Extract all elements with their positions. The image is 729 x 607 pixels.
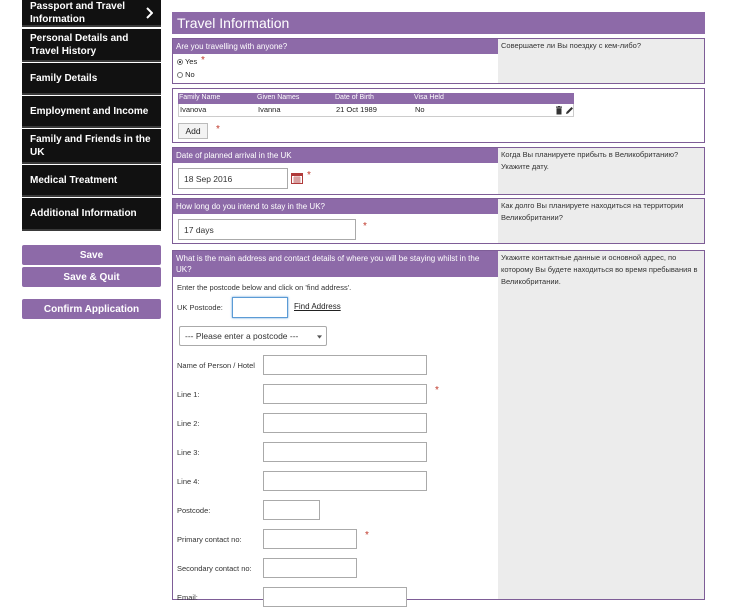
line3-label: Line 3: xyxy=(177,448,200,457)
stay-help: Как долго Вы планируете находиться на те… xyxy=(498,199,704,243)
arrival-section: Date of planned arrival in the UK 18 Sep… xyxy=(172,147,705,195)
primary-contact-label: Primary contact no: xyxy=(177,535,242,544)
line2-label: Line 2: xyxy=(177,419,200,428)
line3-input[interactable] xyxy=(263,442,427,462)
name-input[interactable] xyxy=(263,355,427,375)
table-cell: 21 Oct 1989 xyxy=(336,105,377,114)
calendar-icon[interactable] xyxy=(291,173,303,184)
address-section: What is the main address and contact det… xyxy=(172,250,705,607)
companions-question: Are you travelling with anyone? xyxy=(173,39,498,54)
radio-selected-icon xyxy=(177,59,183,66)
caret-down-icon xyxy=(317,335,322,339)
sidebar-item-label: Additional Information xyxy=(30,208,137,219)
arrival-date-input[interactable]: 18 Sep 2016 xyxy=(178,168,288,189)
sidebar-item-medical[interactable]: Medical Treatment xyxy=(22,165,161,197)
line2-input[interactable] xyxy=(263,413,427,433)
stay-section: How long do you intend to stay in the UK… xyxy=(172,198,705,244)
table-cell: No xyxy=(415,105,425,114)
radio-no[interactable]: No xyxy=(177,70,195,79)
sidebar-item-family-details[interactable]: Family Details xyxy=(22,63,161,95)
line4-label: Line 4: xyxy=(177,477,200,486)
stay-duration-input[interactable]: 17 days xyxy=(178,219,356,240)
uk-postcode-label: UK Postcode: xyxy=(177,303,223,312)
pencil-icon[interactable] xyxy=(565,106,574,115)
companions-section: Are you travelling with anyone? Yes * No… xyxy=(172,38,705,84)
line1-label: Line 1: xyxy=(177,390,200,399)
postcode-address-select[interactable]: --- Please enter a postcode --- xyxy=(179,326,327,346)
required-marker: * xyxy=(307,170,311,181)
select-value: --- Please enter a postcode --- xyxy=(185,331,299,341)
people-table-section: Family Name Given Names Date of Birth Vi… xyxy=(172,88,705,143)
radio-no-label: No xyxy=(185,70,195,79)
table-row: Ivanova Ivanna 21 Oct 1989 No xyxy=(178,104,574,117)
address-help: Укажите контактные данные и основной адр… xyxy=(498,251,704,599)
add-person-button[interactable]: Add xyxy=(178,123,208,139)
required-marker: * xyxy=(363,221,367,232)
sidebar-item-additional[interactable]: Additional Information xyxy=(22,198,161,231)
required-marker: * xyxy=(365,530,369,541)
address-instruction: Enter the postcode below and click on 'f… xyxy=(177,283,352,292)
address-question: What is the main address and contact det… xyxy=(173,251,498,277)
confirm-application-button[interactable]: Confirm Application xyxy=(22,299,161,319)
page-title: Travel Information xyxy=(172,12,705,34)
line4-input[interactable] xyxy=(263,471,427,491)
sidebar-item-label: Personal Details and Travel History xyxy=(30,32,129,57)
table-cell: Ivanova xyxy=(180,105,207,114)
column-header: Given Names xyxy=(257,94,300,101)
uk-postcode-input[interactable] xyxy=(232,297,288,318)
email-input[interactable] xyxy=(263,587,407,607)
radio-unselected-icon xyxy=(177,72,183,79)
sidebar-item-label: Family and Friends in the UK xyxy=(30,133,151,158)
trash-icon[interactable] xyxy=(555,106,563,115)
required-marker: * xyxy=(201,55,205,66)
sidebar-item-family-friends[interactable]: Family and Friends in the UK xyxy=(22,129,161,164)
arrival-question: Date of planned arrival in the UK xyxy=(173,148,498,163)
sidebar-item-personal-details[interactable]: Personal Details and Travel History xyxy=(22,29,161,62)
table-cell: Ivanna xyxy=(258,105,281,114)
radio-yes-label: Yes xyxy=(184,57,198,66)
radio-yes[interactable]: Yes xyxy=(177,57,197,66)
chevron-right-icon xyxy=(146,6,153,19)
postcode-input[interactable] xyxy=(263,500,320,520)
secondary-contact-input[interactable] xyxy=(263,558,357,578)
postcode-label: Postcode: xyxy=(177,506,211,515)
name-label: Name of Person / Hotel xyxy=(177,361,255,370)
column-header: Family Name xyxy=(179,94,221,101)
line1-input[interactable] xyxy=(263,384,427,404)
sidebar-item-label: Family Details xyxy=(30,72,98,84)
find-address-link[interactable]: Find Address xyxy=(294,302,341,311)
secondary-contact-label: Secondary contact no: xyxy=(177,564,252,573)
primary-contact-input[interactable] xyxy=(263,529,357,549)
arrival-help: Когда Вы планируете прибыть в Великобрит… xyxy=(498,148,704,194)
sidebar-item-label: Employment and Income xyxy=(30,105,149,117)
sidebar-item-label: Medical Treatment xyxy=(30,174,118,186)
email-label: Email: xyxy=(177,593,198,602)
companions-help: Совершаете ли Вы поездку с кем-либо? xyxy=(498,39,704,83)
required-marker: * xyxy=(216,124,220,135)
required-marker: * xyxy=(435,385,439,396)
people-table-header: Family Name Given Names Date of Birth Vi… xyxy=(178,93,574,104)
stay-question: How long do you intend to stay in the UK… xyxy=(173,199,498,214)
column-header: Date of Birth xyxy=(335,94,374,101)
sidebar-item-passport[interactable]: Passport and Travel Information xyxy=(22,0,161,27)
sidebar-item-label: Passport and Travel Information xyxy=(30,0,126,25)
save-quit-button[interactable]: Save & Quit xyxy=(22,267,161,287)
sidebar-item-employment[interactable]: Employment and Income xyxy=(22,96,161,128)
save-button[interactable]: Save xyxy=(22,245,161,265)
column-header: Visa Held xyxy=(414,94,444,101)
